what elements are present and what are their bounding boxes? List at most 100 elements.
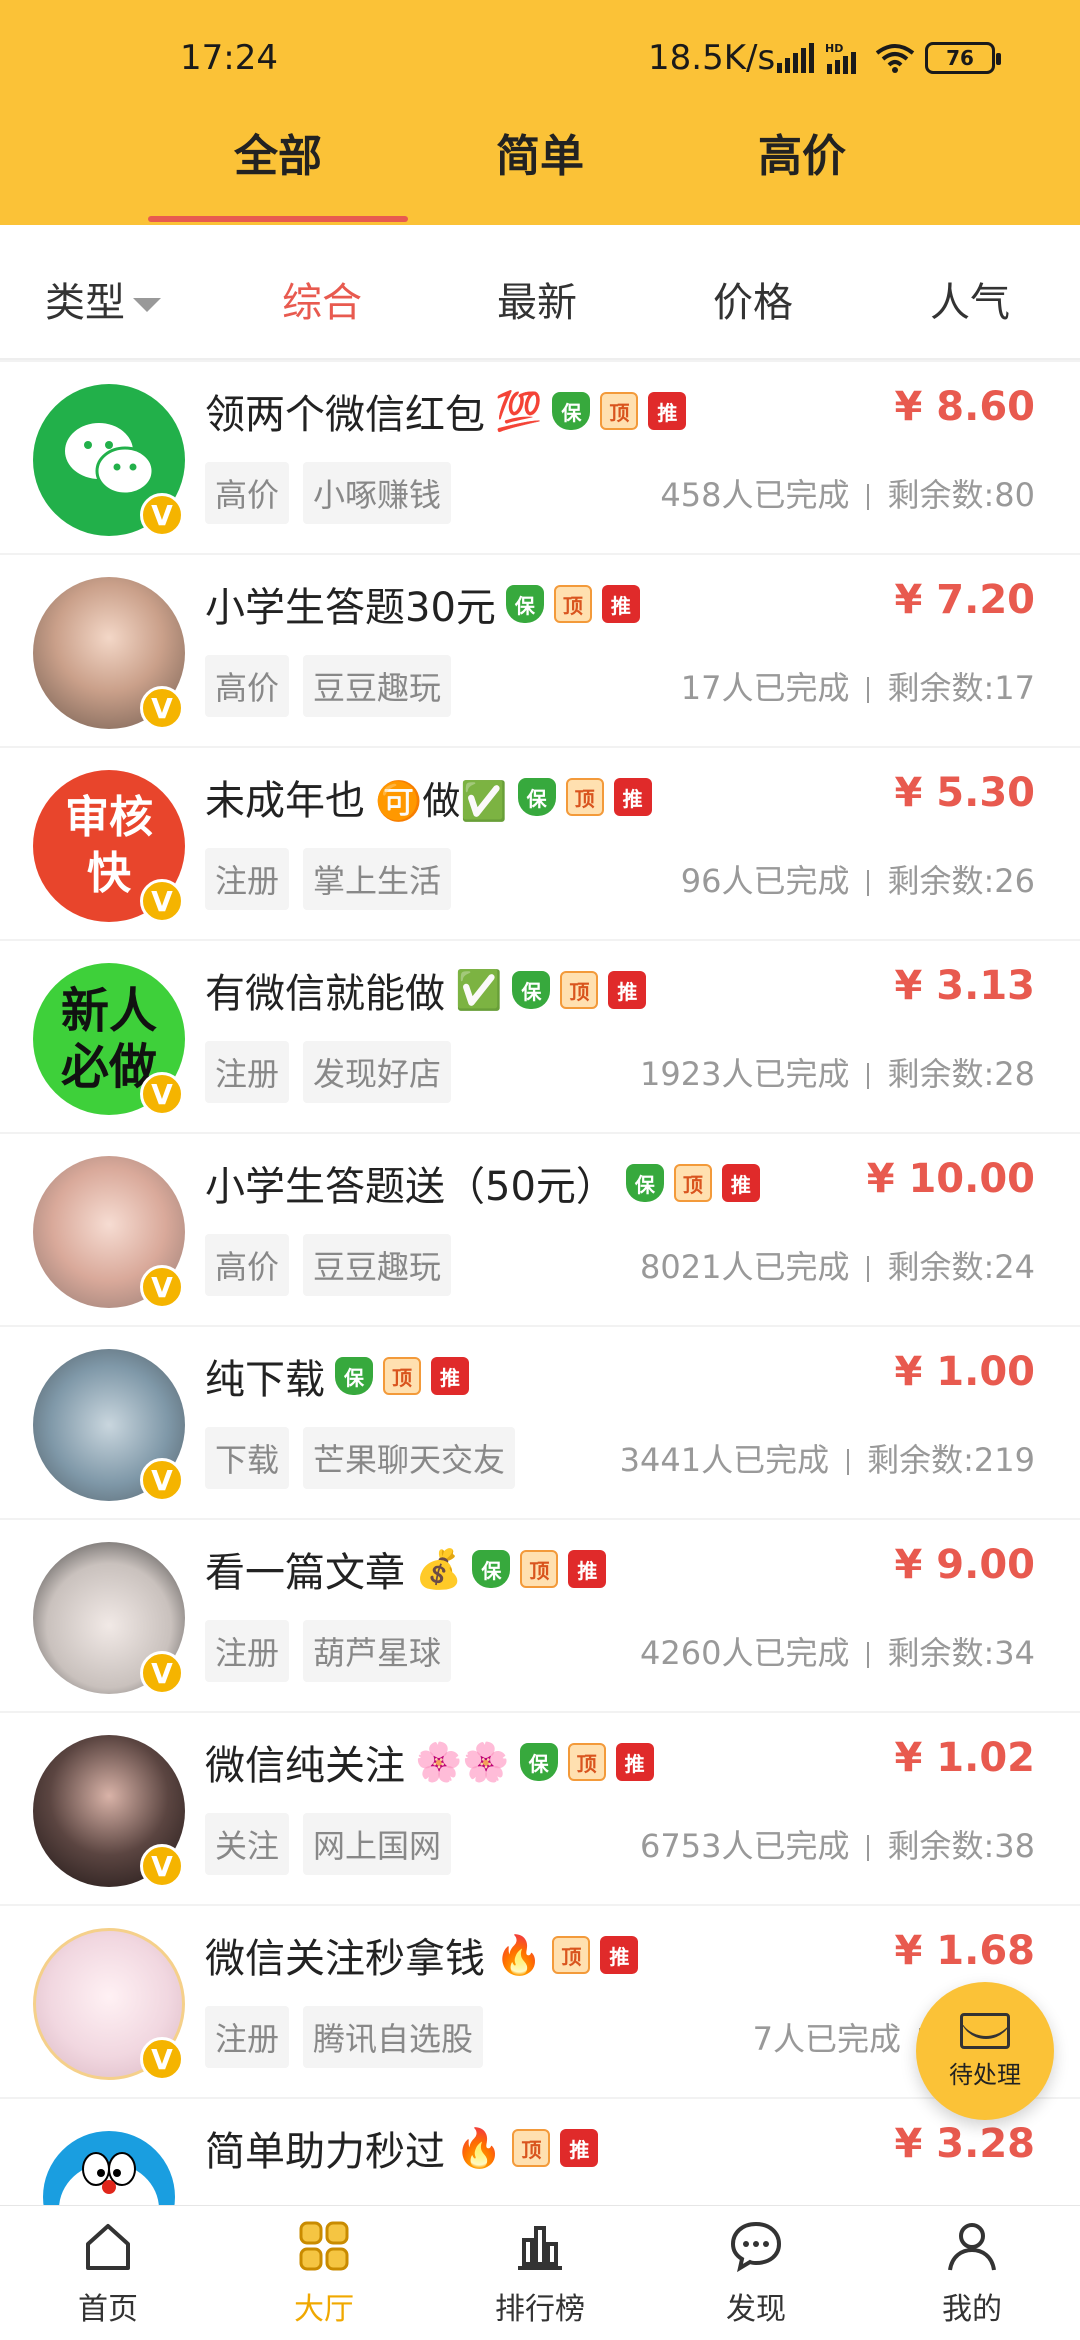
- task-category-chip: 高价: [205, 655, 290, 717]
- task-title: 小学生答题30元: [205, 585, 496, 631]
- top-badge: 顶: [567, 1743, 606, 1781]
- remaining-count: 剩余数:26: [887, 862, 1035, 900]
- task-chips: 高价 小啄赚钱: [205, 462, 452, 524]
- task-stats: 6753人已完成 剩余数:38: [640, 1821, 1035, 1867]
- remaining-count: 剩余数:24: [887, 1248, 1035, 1286]
- sort-newest[interactable]: 最新: [497, 270, 577, 328]
- task-chips: 注册 发现好店: [205, 1041, 452, 1103]
- task-price: ¥ 3.13: [894, 963, 1035, 1009]
- verified-icon: V: [140, 1651, 184, 1695]
- task-item[interactable]: V 微信纯关注 🌸🌸 保顶推 ¥ 1.02 关注 网上国网 6753人已完成 剩余数:38: [0, 1713, 1080, 1904]
- task-price: ¥ 8.60: [894, 384, 1035, 430]
- task-category-chip: 高价: [205, 1234, 290, 1296]
- remaining-count: 剩余数:34: [887, 1634, 1035, 1672]
- verified-icon: V: [140, 1458, 184, 1502]
- completed-count: 4260人已完成: [640, 1634, 850, 1672]
- recommend-badge: 推: [608, 971, 647, 1009]
- recommend-badge: 推: [648, 392, 687, 430]
- sort-price[interactable]: 价格: [713, 270, 793, 328]
- task-price: ¥ 9.00: [894, 1542, 1035, 1588]
- task-price: ¥ 1.02: [894, 1735, 1035, 1781]
- signal-hd-icon: HD: [825, 42, 856, 74]
- completed-count: 3441人已完成: [619, 1441, 830, 1479]
- caret-down-icon: [133, 298, 161, 312]
- sort-popularity[interactable]: 人气: [930, 270, 1010, 328]
- top-badge: 顶: [383, 1357, 421, 1395]
- task-title-emoji: 🔥: [455, 2125, 503, 2170]
- remaining-count: 剩余数:38: [887, 1827, 1035, 1865]
- divider: [867, 1642, 870, 1668]
- task-item[interactable]: 审核快 V 未成年也 🉑做✅ 保顶推 ¥ 5.30 注册 掌上生活 96人已完成 剩余数:26: [0, 748, 1080, 939]
- task-chips: 注册 掌上生活: [205, 848, 452, 910]
- nav-mine[interactable]: 我的: [864, 2218, 1080, 2328]
- task-item[interactable]: V 小学生答题30元保顶推 ¥ 7.20 高价 豆豆趣玩 17人已完成 剩余数:17: [0, 555, 1080, 746]
- task-chips: 高价 豆豆趣玩: [205, 655, 452, 717]
- task-category-chip: 注册: [205, 1041, 290, 1103]
- task-title-row: 领两个微信红包 💯 保顶推: [205, 382, 687, 440]
- task-price: ¥ 1.00: [894, 1349, 1035, 1395]
- remaining-count: 剩余数:219: [867, 1441, 1035, 1479]
- nav-hall[interactable]: 大厅: [216, 2218, 432, 2328]
- status-net-speed: 18.5K/s: [648, 38, 776, 78]
- top-badge: 顶: [673, 1164, 712, 1202]
- tab-high-price[interactable]: 高价: [672, 120, 932, 184]
- task-category-chip: 注册: [205, 2006, 290, 2068]
- task-price: ¥ 3.28: [894, 2121, 1035, 2167]
- top-tabs: 全部 简单 高价: [0, 120, 1080, 222]
- sort-comprehensive[interactable]: 综合: [282, 270, 362, 328]
- recommend-badge: 推: [568, 1550, 607, 1588]
- divider: [867, 1256, 870, 1282]
- remaining-count: 剩余数:17: [887, 669, 1035, 707]
- sort-bar: 类型 综合 最新 价格 人气: [0, 225, 1080, 360]
- bottom-nav: 首页 大厅 排行榜 发现 我的: [0, 2205, 1080, 2340]
- top-badge: 顶: [512, 2129, 551, 2167]
- pending-button[interactable]: 待处理: [916, 1982, 1054, 2120]
- task-item[interactable]: 新人必做 V 有微信就能做 ✅ 保顶推 ¥ 3.13 注册 发现好店 1923人已完成 剩余数:2…: [0, 941, 1080, 1132]
- wechat-logo-icon: [65, 423, 155, 496]
- nav-home[interactable]: 首页: [0, 2218, 216, 2328]
- divider: [867, 870, 870, 896]
- tab-simple[interactable]: 简单: [410, 120, 670, 184]
- task-chips: 注册 葫芦星球: [205, 1620, 452, 1682]
- task-stats: 96人已完成 剩余数:26: [681, 856, 1035, 902]
- nav-discover[interactable]: 发现: [648, 2218, 864, 2328]
- task-item[interactable]: V 看一篇文章 💰 保顶推 ¥ 9.00 注册 葫芦星球 4260人已完成 剩余数:34: [0, 1520, 1080, 1711]
- nav-ranking[interactable]: 排行榜: [432, 2218, 648, 2328]
- task-item[interactable]: V 领两个微信红包 💯 保顶推 ¥ 8.60 高价 小啄赚钱 458人已完成 剩余数:80: [0, 362, 1080, 553]
- completed-count: 1923人已完成: [640, 1055, 850, 1093]
- guarantee-badge: 保: [472, 1550, 511, 1588]
- top-badge: 顶: [600, 392, 639, 430]
- task-app-chip: 葫芦星球: [303, 1620, 452, 1682]
- nav-home-label: 首页: [78, 2292, 138, 2327]
- chat-bubble-icon: [730, 2221, 782, 2273]
- grid-icon: [299, 2221, 349, 2271]
- svg-text:HD: HD: [825, 42, 843, 55]
- task-title-emoji: 💰: [415, 1546, 463, 1591]
- task-title-row: 小学生答题30元保顶推: [205, 575, 640, 633]
- task-stats: 1923人已完成 剩余数:28: [640, 1049, 1035, 1095]
- guarantee-badge: 保: [512, 971, 551, 1009]
- tab-all[interactable]: 全部: [148, 120, 408, 222]
- battery-icon: 76: [925, 42, 1001, 74]
- task-chips: 关注 网上国网: [205, 1813, 452, 1875]
- recommend-badge: 推: [600, 1936, 639, 1974]
- divider: [867, 484, 870, 510]
- top-badge: 顶: [565, 778, 604, 816]
- task-price: ¥ 5.30: [894, 770, 1035, 816]
- top-badge: 顶: [560, 971, 599, 1009]
- task-item[interactable]: V 纯下载保顶推 ¥ 1.00 下载 芒果聊天交友 3441人已完成 剩余数:219: [0, 1327, 1080, 1518]
- task-title: 纯下载: [205, 1357, 325, 1403]
- task-title: 小学生答题送（50元）: [205, 1164, 616, 1210]
- verified-icon: V: [140, 493, 184, 537]
- task-stats: 458人已完成 剩余数:80: [660, 470, 1035, 516]
- remaining-count: 剩余数:80: [887, 476, 1035, 514]
- type-filter[interactable]: 类型: [45, 270, 161, 328]
- task-title: 看一篇文章: [205, 1550, 405, 1596]
- task-title: 领两个微信红包: [205, 392, 485, 438]
- task-title-emoji: 🔥: [495, 1932, 543, 1977]
- task-chips: 注册 腾讯自选股: [205, 2006, 484, 2068]
- task-category-chip: 下载: [205, 1427, 290, 1489]
- task-category-chip: 高价: [205, 462, 290, 524]
- task-item[interactable]: V 小学生答题送（50元）保顶推 ¥ 10.00 高价 豆豆趣玩 8021人已完成 剩余数:…: [0, 1134, 1080, 1325]
- task-app-chip: 掌上生活: [303, 848, 452, 910]
